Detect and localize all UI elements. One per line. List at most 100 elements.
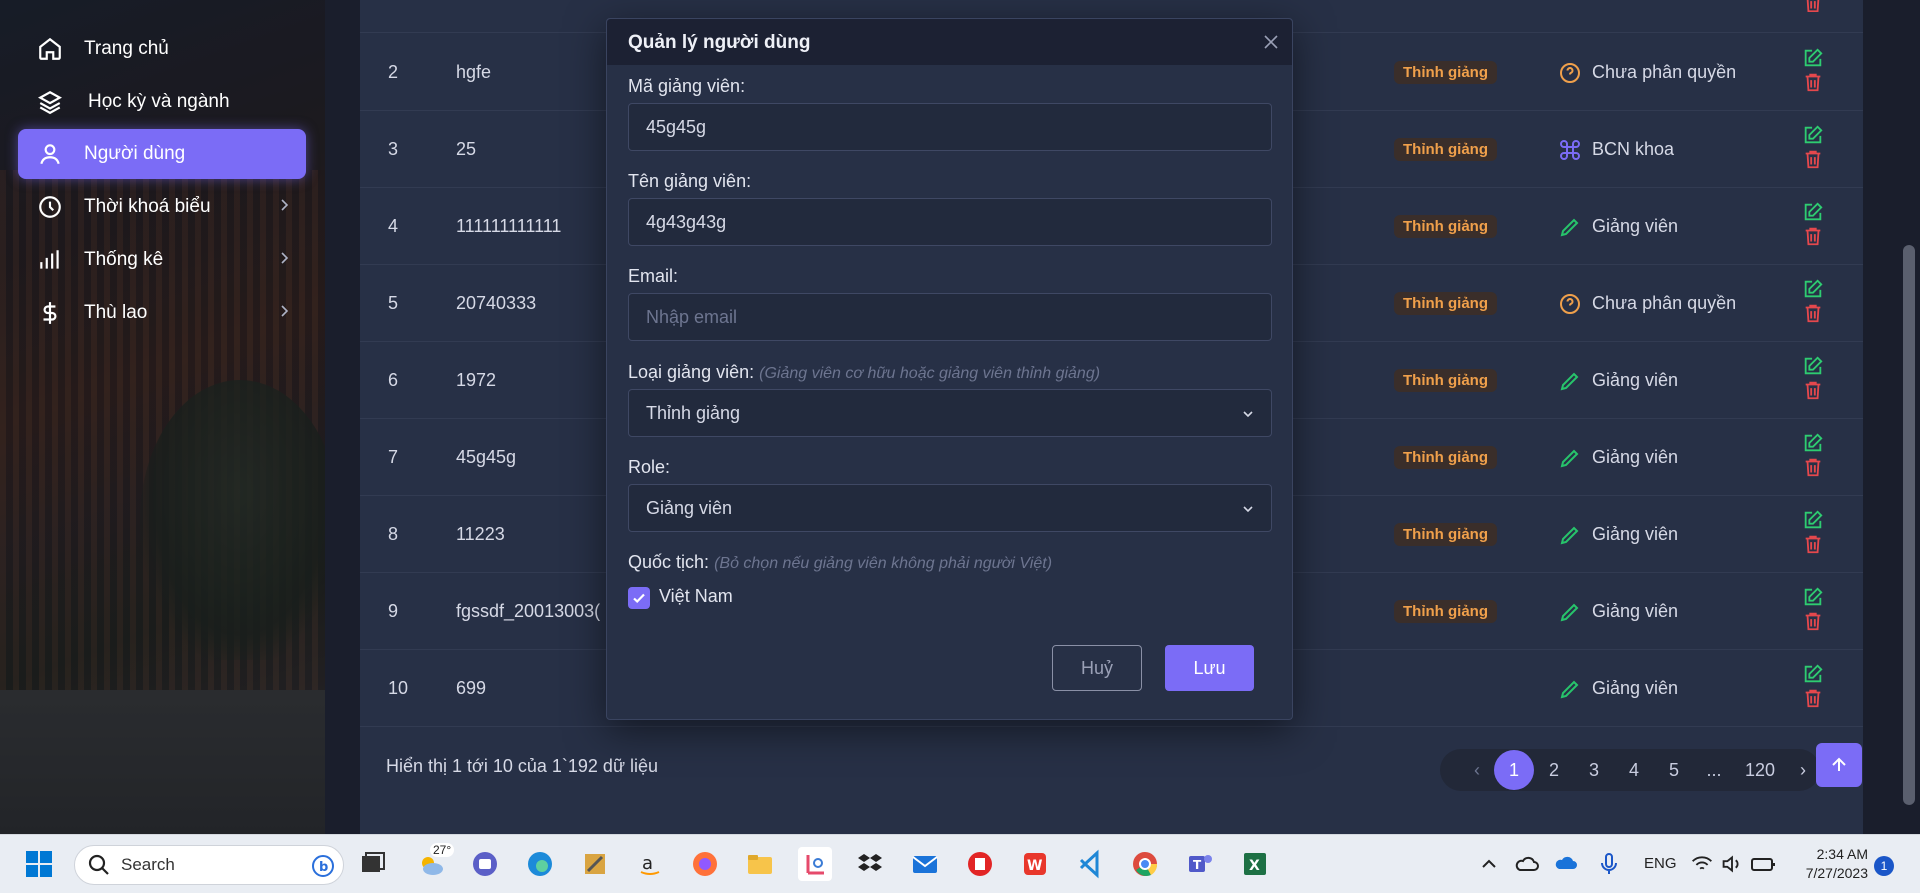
nationality-label-text: Quốc tịch: [628, 552, 710, 572]
edit-icon[interactable] [1802, 355, 1824, 377]
cloud-icon[interactable] [1512, 847, 1542, 881]
pagination-next[interactable]: › [1786, 750, 1820, 790]
delete-icon[interactable] [1802, 148, 1824, 170]
mail-icon[interactable] [908, 847, 942, 881]
chrome-icon[interactable] [1128, 847, 1162, 881]
chevron-up-icon[interactable] [1474, 847, 1504, 881]
lecturer-type-badge: Thỉnh giảng [1394, 138, 1497, 161]
notification-badge[interactable]: 1 [1874, 856, 1894, 876]
delete-icon[interactable] [1802, 0, 1824, 12]
sidebar-item-timetable[interactable]: Thời khoá biểu [18, 182, 306, 232]
bing-icon[interactable]: b [311, 854, 335, 878]
excel-icon[interactable]: X [1238, 847, 1272, 881]
sidebar-item-users[interactable]: Người dùng [18, 129, 306, 179]
nationality-label: Quốc tịch: (Bỏ chọn nếu giảng viên không… [628, 552, 1052, 573]
start-button[interactable] [22, 847, 56, 881]
amazon-icon[interactable]: a [633, 847, 667, 881]
edit-icon[interactable] [1802, 124, 1824, 146]
nationality-checkbox[interactable] [628, 587, 650, 609]
pagination-page[interactable]: 5 [1654, 750, 1694, 790]
tools-app-icon[interactable] [578, 847, 612, 881]
teams-icon[interactable]: T [1183, 847, 1217, 881]
pagination-page[interactable]: 120 [1734, 750, 1786, 790]
microphone-icon[interactable] [1594, 847, 1624, 881]
pagination-page[interactable]: 1 [1494, 750, 1534, 790]
lecturer-type-select[interactable]: Thỉnh giảng [628, 389, 1272, 437]
sidebar-item-label: Thời khoá biểu [84, 196, 211, 217]
email-input[interactable]: Nhập email [628, 293, 1272, 341]
sidebar-item-remuneration[interactable]: Thù lao [18, 288, 306, 338]
close-icon[interactable] [1262, 33, 1280, 51]
delete-icon[interactable] [1802, 71, 1824, 93]
user-management-modal: Quản lý người dùng Mã giảng viên: 45g45g… [606, 18, 1293, 720]
wps-office-icon[interactable]: W [1018, 847, 1052, 881]
system-clock[interactable]: 2:34 AM 7/27/2023 [1790, 845, 1868, 883]
sidebar-item-home[interactable]: Trang chủ [18, 24, 306, 74]
row-index: 2 [388, 62, 399, 82]
edit-icon[interactable] [1802, 586, 1824, 608]
row-role: BCN khoa [1592, 139, 1675, 159]
lecturer-type-badge: Thỉnh giảng [1394, 61, 1497, 84]
pagination-prev[interactable]: ‹ [1460, 750, 1494, 790]
foxit-reader-icon[interactable] [963, 847, 997, 881]
delete-icon[interactable] [1802, 302, 1824, 324]
row-index: 3 [388, 139, 399, 159]
chevron-right-icon [281, 199, 289, 211]
delete-icon[interactable] [1802, 687, 1824, 709]
vscode-icon[interactable] [1073, 847, 1107, 881]
chat-app-icon[interactable] [468, 847, 502, 881]
delete-icon[interactable] [1802, 379, 1824, 401]
svg-text:W: W [1027, 858, 1042, 874]
edit-icon[interactable] [1802, 47, 1824, 69]
wifi-icon[interactable] [1688, 847, 1716, 881]
role-selected: Giảng viên [646, 497, 733, 518]
language-indicator[interactable]: ENG [1644, 855, 1677, 872]
edge-browser-icon[interactable] [523, 847, 557, 881]
firefox-icon[interactable] [688, 847, 722, 881]
taskbar-search[interactable]: Search b [74, 845, 344, 885]
row-role: Giảng viên [1592, 447, 1679, 467]
pagination-page[interactable]: 3 [1574, 750, 1614, 790]
task-view-icon[interactable] [356, 847, 390, 881]
delete-icon[interactable] [1802, 610, 1824, 632]
sidebar-item-statistics[interactable]: Thống kê [18, 235, 306, 285]
pagination-ellipsis: ... [1706, 759, 1722, 780]
row-role: Giảng viên [1592, 524, 1679, 544]
lecturer-name-label: Tên giảng viên: [628, 171, 752, 191]
pencil-icon [1558, 446, 1582, 470]
snipping-tool-icon[interactable] [798, 847, 832, 881]
sidebar: Trang chủ Học kỳ và ngành Người dùng Thờ… [0, 0, 325, 834]
volume-icon[interactable] [1718, 847, 1746, 881]
save-button[interactable]: Lưu [1165, 645, 1254, 691]
cancel-button[interactable]: Huỷ [1052, 645, 1142, 691]
clock-time: 2:34 AM [1816, 846, 1868, 862]
windows-taskbar: Search b 27° a W T X ENG 2:34 AM 7/27/20… [0, 834, 1920, 893]
lecturer-type-label-text: Loại giảng viên: [628, 362, 755, 382]
onedrive-sync-icon[interactable] [1552, 847, 1582, 881]
dropbox-icon[interactable] [853, 847, 887, 881]
row-index: 4 [388, 216, 399, 236]
nationality-checkbox-label[interactable]: Việt Nam [659, 586, 733, 607]
pagination-page[interactable]: 4 [1614, 750, 1654, 790]
lecturer-name-input[interactable]: 4g43g43g [628, 198, 1272, 246]
pencil-icon [1558, 677, 1582, 701]
delete-icon[interactable] [1802, 533, 1824, 555]
edit-icon[interactable] [1802, 201, 1824, 223]
row-index: 9 [388, 601, 399, 621]
file-explorer-icon[interactable] [743, 847, 777, 881]
role-select[interactable]: Giảng viên [628, 484, 1272, 532]
sidebar-item-semester[interactable]: Học kỳ và ngành [18, 77, 306, 127]
lecturer-code-input[interactable]: 45g45g [628, 103, 1272, 151]
edit-icon[interactable] [1802, 278, 1824, 300]
edit-icon[interactable] [1802, 432, 1824, 454]
pagination-page[interactable]: 2 [1534, 750, 1574, 790]
lecturer-type-hint: (Giảng viên cơ hữu hoặc giảng viên thỉnh… [759, 365, 1101, 382]
battery-icon[interactable] [1748, 847, 1778, 881]
edit-icon[interactable] [1802, 663, 1824, 685]
lecturer-code-label: Mã giảng viên: [628, 76, 746, 96]
edit-icon[interactable] [1802, 509, 1824, 531]
scroll-to-top-button[interactable] [1816, 743, 1862, 787]
delete-icon[interactable] [1802, 456, 1824, 478]
delete-icon[interactable] [1802, 225, 1824, 247]
scrollbar-thumb[interactable] [1903, 245, 1915, 805]
